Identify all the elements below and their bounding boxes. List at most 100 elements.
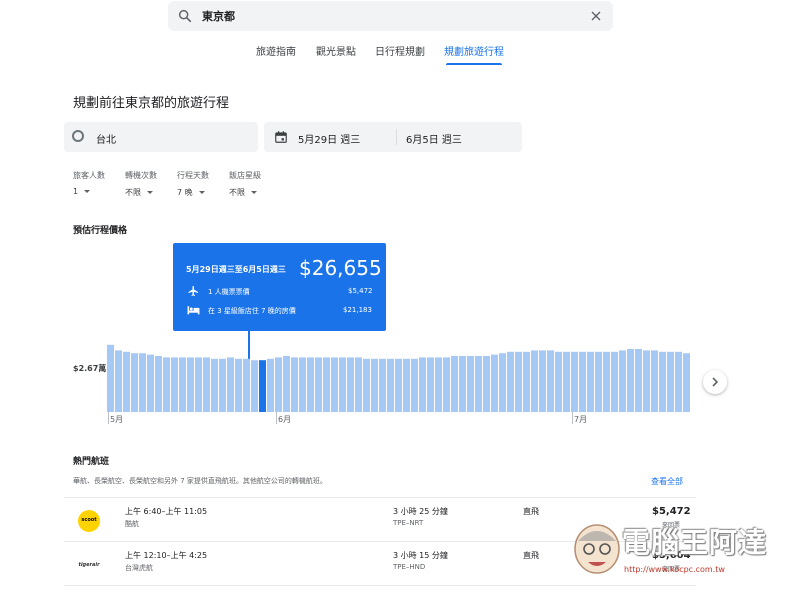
chart-bar[interactable]: [459, 356, 466, 412]
chart-bar[interactable]: [667, 351, 674, 412]
chart-bar[interactable]: [107, 344, 114, 412]
chart-bar[interactable]: [371, 358, 378, 412]
chart-bar[interactable]: [115, 350, 122, 412]
chart-bar[interactable]: [387, 358, 394, 412]
chart-bar[interactable]: [643, 350, 650, 412]
price-bar-chart[interactable]: [60, 340, 700, 430]
chart-bar[interactable]: [467, 356, 474, 412]
chart-bar[interactable]: [171, 357, 178, 412]
chart-bar[interactable]: [603, 351, 610, 412]
search-bar[interactable]: 東京都: [168, 1, 613, 31]
tab-travel-guide[interactable]: 旅遊指南: [256, 43, 296, 58]
flight-row[interactable]: scoot 上午 6:40–上午 11:05 酷航 3 小時 25 分鐘 TPE…: [64, 497, 696, 542]
search-icon: [178, 9, 192, 23]
chart-bar[interactable]: [235, 358, 242, 412]
chart-bar[interactable]: [163, 357, 170, 412]
filter-travelers-dropdown[interactable]: 1: [73, 187, 91, 196]
chart-bar[interactable]: [491, 354, 498, 412]
end-date[interactable]: 6月5日 週三: [406, 131, 462, 146]
chart-bar[interactable]: [619, 350, 626, 412]
chart-bar[interactable]: [547, 350, 554, 412]
chart-bar[interactable]: [523, 351, 530, 412]
chart-bar[interactable]: [659, 351, 666, 412]
chart-bar[interactable]: [555, 351, 562, 412]
chart-bar[interactable]: [275, 357, 282, 412]
chart-bar[interactable]: [483, 356, 490, 412]
chart-bar[interactable]: [219, 358, 226, 412]
chart-bar[interactable]: [267, 358, 274, 412]
chart-bar[interactable]: [203, 357, 210, 412]
chart-bar[interactable]: [403, 358, 410, 412]
chart-bar[interactable]: [651, 350, 658, 412]
chart-bar[interactable]: [587, 351, 594, 412]
filter-label-nights: 行程天數: [177, 171, 209, 180]
chart-bar[interactable]: [435, 357, 442, 412]
chart-bar[interactable]: [395, 358, 402, 412]
chart-bar[interactable]: [427, 357, 434, 412]
start-date[interactable]: 5月29日 週三: [298, 131, 360, 146]
chart-bar[interactable]: [283, 356, 290, 412]
chart-bar[interactable]: [579, 351, 586, 412]
chart-bar[interactable]: [243, 358, 250, 412]
origin-circle-icon: [72, 130, 84, 142]
tab-attractions[interactable]: 觀光景點: [316, 43, 356, 58]
chart-bar[interactable]: [347, 357, 354, 412]
chart-bar[interactable]: [675, 351, 682, 412]
chart-bar[interactable]: [179, 357, 186, 412]
chart-bar-selected[interactable]: [259, 360, 266, 412]
date-range-field[interactable]: 5月29日 週三 6月5日 週三: [264, 122, 522, 152]
chart-next-button[interactable]: [703, 370, 727, 394]
chart-bar[interactable]: [227, 357, 234, 412]
chart-bar[interactable]: [251, 360, 258, 412]
chart-bar[interactable]: [635, 349, 642, 412]
chart-bar[interactable]: [195, 357, 202, 412]
chart-bar[interactable]: [443, 357, 450, 412]
chart-bar[interactable]: [563, 351, 570, 412]
see-all-link[interactable]: 查看全部: [651, 476, 683, 487]
chart-bar[interactable]: [123, 351, 130, 412]
chart-bar[interactable]: [611, 351, 618, 412]
filter-hotel-class-value: 不限: [229, 188, 245, 197]
month-tick-may: [108, 412, 109, 424]
origin-field[interactable]: 台北: [64, 122, 258, 152]
tab-plan-trip[interactable]: 規劃旅遊行程: [444, 43, 504, 58]
tab-day-plans[interactable]: 日行程規劃: [375, 43, 425, 58]
chart-bar[interactable]: [131, 353, 138, 412]
chart-bar[interactable]: [339, 357, 346, 412]
chart-bar[interactable]: [187, 357, 194, 412]
filter-hotel-class-dropdown[interactable]: 不限: [229, 187, 257, 198]
chart-bar[interactable]: [363, 358, 370, 412]
chart-bar[interactable]: [379, 358, 386, 412]
chart-bar[interactable]: [571, 351, 578, 412]
chart-bar[interactable]: [531, 350, 538, 412]
chart-bar[interactable]: [323, 357, 330, 412]
close-icon[interactable]: [588, 8, 604, 24]
chart-bar[interactable]: [307, 357, 314, 412]
chart-bar[interactable]: [499, 353, 506, 412]
chart-bar[interactable]: [299, 357, 306, 412]
chart-bar[interactable]: [539, 350, 546, 412]
chart-bar[interactable]: [211, 358, 218, 412]
chart-bar[interactable]: [331, 357, 338, 412]
filter-nights-dropdown[interactable]: 7 晚: [177, 187, 205, 198]
chart-bar[interactable]: [147, 354, 154, 412]
chart-bar[interactable]: [419, 357, 426, 412]
chart-bar[interactable]: [475, 356, 482, 412]
chart-bar[interactable]: [627, 349, 634, 412]
month-label-july: 7月: [574, 415, 588, 424]
chart-bar[interactable]: [683, 353, 690, 412]
flight-row[interactable]: tigerair 上午 12:10–上午 4:25 台灣虎航 3 小時 15 分…: [64, 541, 696, 586]
chart-bar[interactable]: [291, 357, 298, 412]
chart-bar[interactable]: [411, 358, 418, 412]
chart-bar[interactable]: [315, 357, 322, 412]
chart-bar[interactable]: [595, 351, 602, 412]
chart-bar[interactable]: [451, 356, 458, 412]
chart-bar[interactable]: [515, 351, 522, 412]
chart-bar[interactable]: [355, 357, 362, 412]
search-input[interactable]: 東京都: [202, 8, 235, 24]
chart-bar[interactable]: [155, 356, 162, 412]
chart-bar[interactable]: [507, 351, 514, 412]
flight-airline: 酷航: [125, 520, 139, 528]
filter-stops-dropdown[interactable]: 不限: [125, 187, 153, 198]
chart-bar[interactable]: [139, 353, 146, 412]
